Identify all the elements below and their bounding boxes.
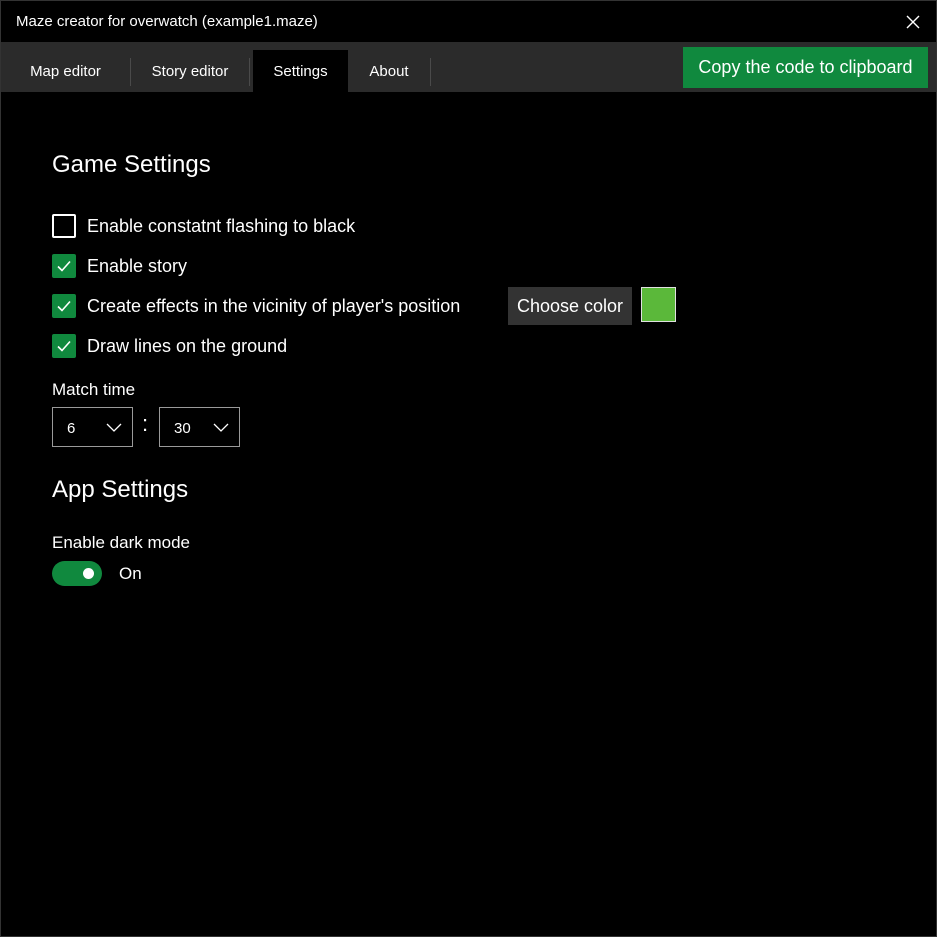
window-title: Maze creator for overwatch (example1.maz… [16, 13, 318, 30]
copy-code-button[interactable]: Copy the code to clipboard [683, 47, 928, 88]
seconds-dropdown[interactable]: 30 [159, 407, 240, 447]
checkbox-flashing[interactable]: Enable constatnt flashing to black [52, 214, 355, 238]
tab-label: Settings [273, 62, 328, 80]
app-window: Maze creator for overwatch (example1.maz… [0, 0, 937, 937]
time-separator: : [142, 411, 149, 436]
checkbox-box[interactable] [52, 254, 76, 278]
title-bar: Maze creator for overwatch (example1.maz… [1, 1, 936, 42]
checkbox-box[interactable] [52, 334, 76, 358]
checkbox-draw-lines[interactable]: Draw lines on the ground [52, 334, 287, 358]
tab-label: Map editor [30, 62, 101, 80]
tab-divider [430, 58, 431, 86]
checkbox-label: Enable story [87, 255, 188, 276]
app-settings-heading: App Settings [52, 476, 189, 503]
seconds-value: 30 [174, 420, 191, 437]
checkmark-icon [57, 300, 71, 312]
chevron-down-icon [106, 423, 122, 432]
tab-map-editor[interactable]: Map editor [1, 50, 130, 92]
checkbox-label: Create effects in the vicinity of player… [87, 295, 461, 316]
tab-story-editor[interactable]: Story editor [131, 50, 249, 92]
checkbox-effects[interactable]: Create effects in the vicinity of player… [52, 294, 460, 318]
tab-label: About [369, 62, 409, 80]
minutes-value: 6 [67, 420, 76, 437]
toggle-knob [83, 568, 94, 579]
checkmark-icon [57, 340, 71, 352]
checkbox-label: Enable constatnt flashing to black [87, 215, 356, 236]
tab-divider [249, 58, 250, 86]
dark-mode-state: On [119, 564, 142, 583]
tab-settings[interactable]: Settings [253, 50, 348, 92]
checkmark-icon [57, 260, 71, 272]
minutes-dropdown[interactable]: 6 [52, 407, 133, 447]
chevron-down-icon [213, 423, 229, 432]
close-icon [906, 15, 920, 28]
tab-about[interactable]: About [348, 50, 430, 92]
match-time-label: Match time [52, 380, 136, 399]
game-settings-heading: Game Settings [52, 151, 211, 178]
choose-color-button[interactable]: Choose color [508, 287, 632, 325]
dark-mode-label: Enable dark mode [52, 533, 190, 552]
color-swatch[interactable] [641, 287, 676, 322]
tab-label: Story editor [151, 62, 229, 80]
dark-mode-toggle[interactable] [52, 561, 102, 586]
checkbox-label: Draw lines on the ground [87, 335, 288, 356]
checkbox-box[interactable] [52, 294, 76, 318]
checkbox-box[interactable] [52, 214, 76, 238]
close-button[interactable] [890, 1, 936, 42]
checkbox-enable-story[interactable]: Enable story [52, 254, 187, 278]
